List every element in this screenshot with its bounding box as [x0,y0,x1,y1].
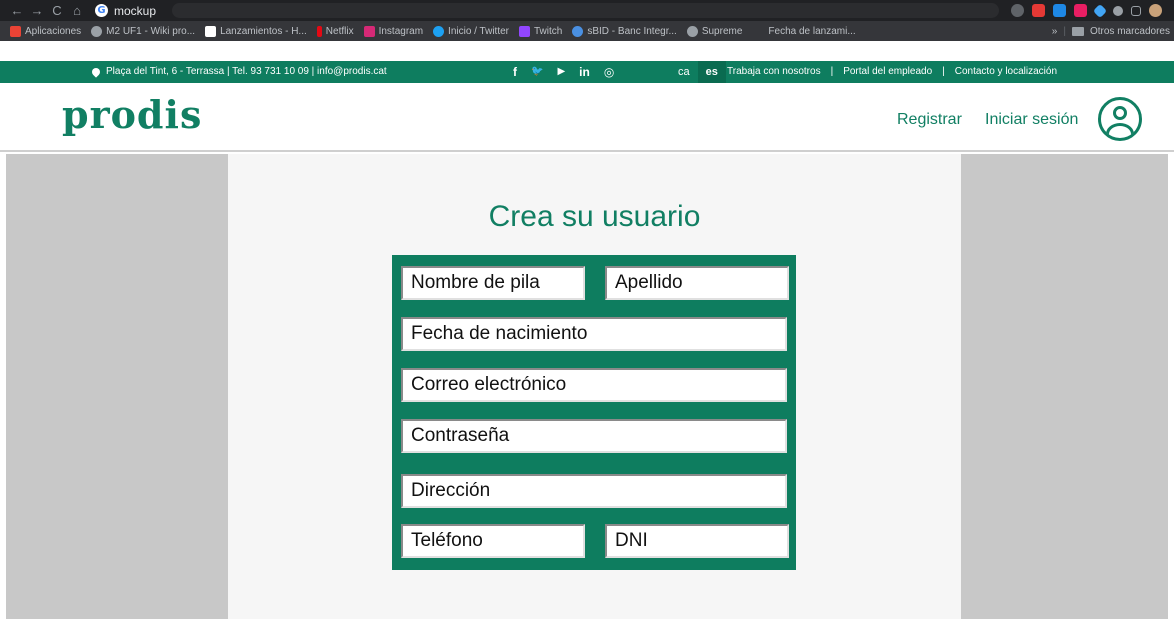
registration-form: Nombre de pila Apellido Fecha de nacimie… [392,255,796,570]
dni-field[interactable]: DNI [605,524,789,558]
extension-icon[interactable] [1074,4,1087,17]
globe-icon [91,25,103,37]
extension-icon[interactable] [1011,4,1024,17]
address-field[interactable]: Dirección [401,474,787,508]
reload-icon[interactable]: C [47,0,67,21]
bookmark-item[interactable]: Fecha de lanzami... [768,26,855,37]
folder-icon [1071,26,1084,36]
globe-icon [686,25,698,37]
email-field[interactable]: Correo electrónico [401,368,787,402]
first-name-field[interactable]: Nombre de pila [401,266,585,300]
browser-tab[interactable]: G mockup [95,0,166,21]
apps-grid-icon [10,25,21,37]
google-icon: G [95,4,108,17]
lang-es[interactable]: es [697,61,726,83]
reading-list-icon[interactable] [1131,5,1141,16]
register-link[interactable]: Registrar [897,111,962,129]
social-links: f 🐦 ▶ in ◎ [513,61,614,83]
browser-tab-bar: ← → C ⌂ G mockup [0,0,1174,21]
bookmark-item[interactable]: Lanzamientos - H... [205,25,307,37]
site-info-bar: Plaça del Tint, 6 - Terrassa | Tel. 93 7… [0,61,1174,83]
bookmark-item[interactable]: Twitch [519,25,562,37]
main-area: Crea su usuario Nombre de pila Apellido … [0,154,1174,619]
twitter-icon [433,25,445,37]
facebook-icon[interactable]: f [513,61,517,83]
lang-ca[interactable]: ca [670,61,698,83]
bookmarks-bar: Aplicaciones M2 UF1 - Wiki pro... Lanzam… [0,21,1174,41]
bookmark-item[interactable]: Inicio / Twitter [433,25,509,37]
bookmark-item[interactable]: M2 UF1 - Wiki pro... [91,25,195,37]
other-bookmarks[interactable]: Otros marcadores [1090,26,1170,37]
bookmark-item[interactable]: Supreme [686,25,742,37]
top-links: Trabaja con nosotros | Portal del emplea… [727,61,1057,83]
linkedin-icon[interactable]: in [579,61,590,83]
home-icon[interactable]: ⌂ [67,0,87,21]
instagram-icon[interactable]: ◎ [604,61,614,83]
youtube-icon[interactable]: ▶ [557,61,565,83]
last-name-field[interactable]: Apellido [605,266,789,300]
bookmarks-overflow: » | Otros marcadores [1051,25,1170,37]
password-field[interactable]: Contraseña [401,419,787,453]
extension-icon[interactable] [1092,3,1108,18]
login-link[interactable]: Iniciar sesión [985,111,1078,129]
birth-date-field[interactable]: Fecha de nacimiento [401,317,787,351]
phone-field[interactable]: Teléfono [401,524,585,558]
instagram-icon [363,25,375,37]
netflix-icon [316,25,322,37]
puzzle-icon[interactable] [1113,5,1123,16]
site-header: prodis Registrar Iniciar sesión [0,83,1174,152]
avatar[interactable] [1149,4,1162,17]
page-title: Crea su usuario [488,200,701,233]
tab-title: mockup [114,3,157,18]
h-icon [205,25,217,37]
separator: | [942,66,945,77]
content-panel: Crea su usuario Nombre de pila Apellido … [228,154,961,619]
bookmark-item[interactable]: Instagram [363,25,423,37]
twitter-icon[interactable]: 🐦 [531,61,543,83]
site-logo[interactable]: prodis [62,95,202,135]
address-bar[interactable] [172,3,999,18]
contact-address: Plaça del Tint, 6 - Terrassa | Tel. 93 7… [90,61,387,83]
user-icon[interactable] [1098,97,1142,141]
link-contact[interactable]: Contacto y localización [955,61,1057,83]
map-pin-icon [90,66,102,78]
bookmark-apps[interactable]: Aplicaciones [10,25,81,37]
sbid-icon [572,25,584,37]
bookmark-item[interactable]: Netflix [316,25,354,37]
link-careers[interactable]: Trabaja con nosotros [727,61,821,83]
bookmark-item[interactable]: sBID - Banc Integr... [572,25,677,37]
separator: | [830,66,834,77]
forward-icon[interactable]: → [27,0,47,21]
link-employee-portal[interactable]: Portal del empleado [843,61,932,83]
back-icon[interactable]: ← [7,0,27,21]
extension-icon[interactable] [1032,4,1045,17]
twitch-icon [519,25,530,37]
extension-icons [1011,3,1174,18]
extension-icon[interactable] [1053,4,1066,17]
language-switcher: ca es [670,61,726,83]
more-bookmarks-icon[interactable]: » [1052,26,1058,37]
